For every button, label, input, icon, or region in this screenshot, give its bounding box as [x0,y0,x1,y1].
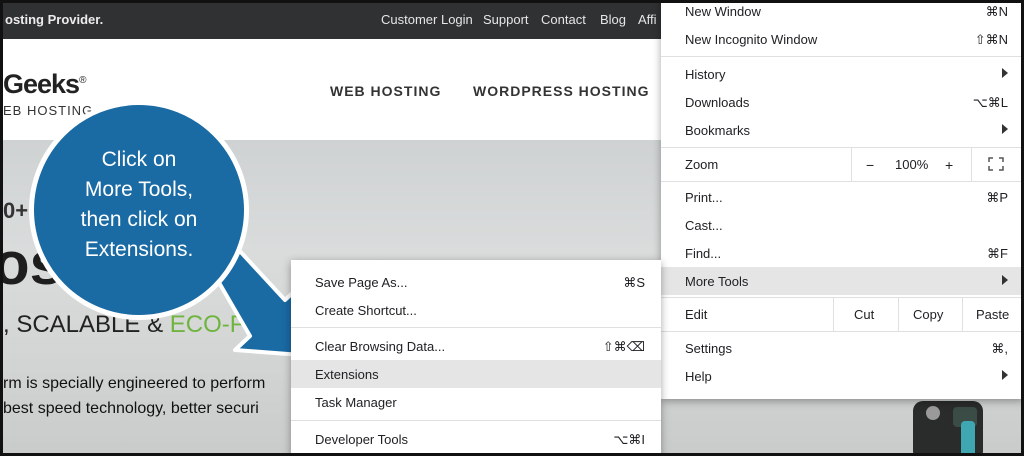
menu-item-cast[interactable]: Cast... [661,211,1021,239]
submenu-arrow-icon [1002,124,1008,134]
menu-label: Edit [685,307,708,322]
zoom-level: 100% [895,157,929,172]
menu-divider [291,327,661,328]
menu-label: Developer Tools [315,432,408,447]
callout-line: Click on [101,148,177,171]
submenu-item-task-manager[interactable]: Task Manager [291,388,661,416]
edit-divider [898,297,899,331]
edit-divider [833,297,834,331]
submenu-arrow-icon [1002,275,1008,285]
menu-shortcut: ⇧⌘⌫ [602,339,645,354]
menu-item-zoom: Zoom − 100% + [661,147,1021,181]
submenu-item-developer-tools[interactable]: Developer Tools ⌥⌘I [291,425,661,453]
menu-item-print[interactable]: Print... ⌘P [661,183,1021,211]
menu-label: Help [685,369,712,384]
menu-item-new-window[interactable]: New Window ⌘N [661,3,1021,25]
menu-label: Clear Browsing Data... [315,339,446,354]
menu-label: Print... [685,190,723,205]
menu-label: History [685,67,726,82]
submenu-item-create-shortcut[interactable]: Create Shortcut... [291,296,661,324]
menu-item-help[interactable]: Help [661,362,1021,390]
callout-line: Extensions. [84,238,194,261]
menu-shortcut: ⌘P [986,190,1008,205]
menu-shortcut: ⌘, [991,341,1008,356]
zoom-out-button[interactable]: − [866,157,874,173]
callout-line: More Tools, [84,178,194,201]
edit-divider [962,297,963,331]
callout-text: Click on More Tools, then click on Exten… [34,145,244,265]
submenu-item-extensions[interactable]: Extensions [291,360,661,388]
menu-label: Bookmarks [685,123,751,138]
menu-shortcut: ⌥⌘I [613,432,645,447]
menu-shortcut: ⌘S [623,275,645,290]
submenu-arrow-icon [1002,68,1008,78]
menu-divider [661,56,1021,57]
menu-divider [661,147,1021,148]
copy-button[interactable]: Copy [913,307,943,322]
menu-label: New Window [685,4,761,19]
menu-label: Settings [685,341,732,356]
menu-label: Cast... [685,218,723,233]
cut-button[interactable]: Cut [854,307,874,322]
menu-divider [291,420,661,421]
menu-label: Create Shortcut... [315,303,417,318]
menu-item-settings[interactable]: Settings ⌘, [661,334,1021,362]
menu-item-downloads[interactable]: Downloads ⌥⌘L [661,88,1021,116]
screenshot-frame: osting Provider. Customer Login Support … [0,0,1024,456]
menu-label: Save Page As... [315,275,408,290]
menu-item-history[interactable]: History [661,60,1021,88]
menu-label: Zoom [685,157,719,172]
menu-item-more-tools[interactable]: More Tools [661,267,1021,295]
menu-label: More Tools [685,274,749,289]
zoom-divider [851,147,852,181]
submenu-item-save-page-as[interactable]: Save Page As... ⌘S [291,268,661,296]
zoom-divider [971,147,972,181]
paste-button[interactable]: Paste [976,307,1009,322]
chrome-menu: New Window ⌘N New Incognito Window ⇧⌘N H… [661,3,1021,399]
menu-label: Task Manager [315,395,397,410]
menu-item-bookmarks[interactable]: Bookmarks [661,116,1021,144]
callout-line: then click on [80,208,198,231]
menu-divider [661,331,1021,332]
zoom-in-button[interactable]: + [945,157,953,173]
menu-label: Downloads [685,95,750,110]
menu-divider [661,181,1021,182]
menu-shortcut: ⌘F [987,246,1008,261]
menu-shortcut: ⌘N [985,4,1008,19]
menu-item-new-incognito-window[interactable]: New Incognito Window ⇧⌘N [661,25,1021,53]
menu-divider [661,297,1021,298]
submenu-arrow-icon [1002,370,1008,380]
menu-label: Extensions [315,367,379,382]
menu-label: Find... [685,246,722,261]
callout-bubble: Click on More Tools, then click on Exten… [29,100,249,320]
menu-item-edit: Edit Cut Copy Paste [661,297,1021,331]
menu-shortcut: ⇧⌘N [974,32,1008,47]
submenu-item-clear-browsing-data[interactable]: Clear Browsing Data... ⇧⌘⌫ [291,332,661,360]
more-tools-submenu: Save Page As... ⌘S Create Shortcut... Cl… [291,260,661,453]
menu-label: New Incognito Window [685,32,818,47]
menu-shortcut: ⌥⌘L [972,95,1008,110]
menu-item-find[interactable]: Find... ⌘F [661,239,1021,267]
fullscreen-icon[interactable] [988,157,1004,171]
